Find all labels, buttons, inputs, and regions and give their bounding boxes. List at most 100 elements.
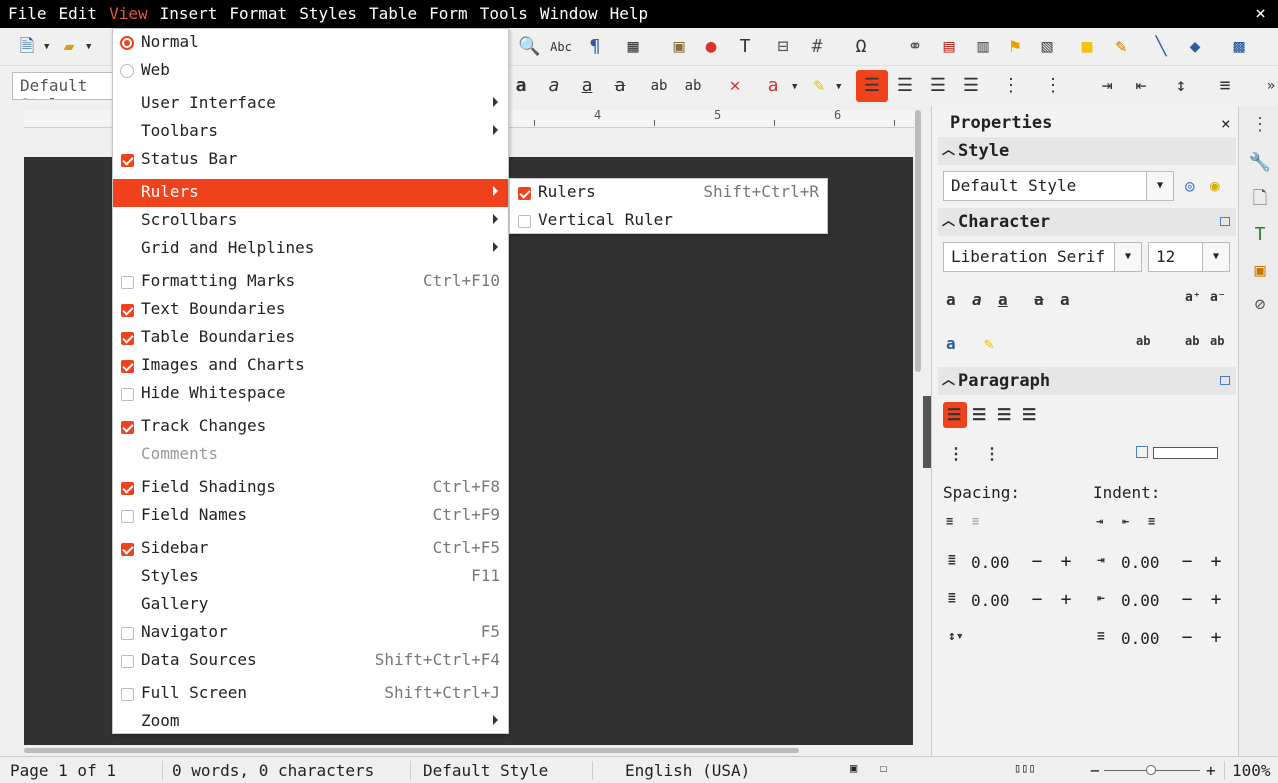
zoom-in-icon[interactable]: + — [1206, 761, 1216, 780]
rulers-submenu-item-rulers[interactable]: Rulers Shift+Ctrl+R — [510, 179, 827, 207]
style-section-header[interactable]: ︿ Style — [938, 137, 1236, 165]
zoom-out-icon[interactable]: − — [1090, 761, 1100, 780]
after-indent-value[interactable]: 0.00 — [1121, 591, 1160, 610]
first-line-indent-minus[interactable]: − — [1174, 625, 1200, 651]
view-menu-item-formatting-marks[interactable]: Formatting Marks Ctrl+F10 — [113, 268, 508, 296]
grow-font-icon[interactable]: a⁺ — [1185, 290, 1201, 305]
bullet-list-icon[interactable]: ⋮ — [1000, 75, 1022, 97]
properties-icon[interactable]: 🔧 — [1247, 150, 1273, 176]
align-right-icon[interactable]: ☰ — [997, 405, 1011, 424]
page-count[interactable]: Page 1 of 1 — [10, 761, 116, 780]
shrink-font-icon[interactable]: a⁻ — [1210, 290, 1226, 305]
increase-spacing-icon[interactable]: ≡ — [946, 514, 953, 528]
underline-icon[interactable]: a — [998, 290, 1008, 309]
document-modified-icon[interactable]: ☐ — [880, 761, 887, 775]
word-count[interactable]: 0 words, 0 characters — [172, 761, 374, 780]
page-icon[interactable]: 🗋 — [1247, 186, 1273, 212]
subscript-icon[interactable]: ab — [1210, 334, 1224, 348]
chevron-down-icon[interactable]: ▼ — [86, 42, 91, 52]
view-menu-item-track-changes[interactable]: Track Changes — [113, 413, 508, 441]
strikethrough-icon[interactable]: a — [609, 75, 631, 97]
view-menu-item-comments[interactable]: Comments — [113, 441, 508, 469]
vertical-scrollbar[interactable] — [915, 110, 921, 372]
comment-icon[interactable]: ■ — [1076, 36, 1098, 58]
font-size-field[interactable]: 12 — [1148, 242, 1206, 272]
hanging-indent-icon[interactable]: ≡ — [1148, 514, 1155, 528]
strikethrough-icon[interactable]: a — [1034, 290, 1044, 309]
before-indent-plus[interactable]: + — [1203, 549, 1229, 575]
above-spacing-plus[interactable]: + — [1053, 549, 1079, 575]
above-spacing-minus[interactable]: − — [1024, 549, 1050, 575]
view-menu-item-sidebar[interactable]: Sidebar Ctrl+F5 — [113, 535, 508, 563]
after-indent-minus[interactable]: − — [1174, 587, 1200, 613]
below-spacing-plus[interactable]: + — [1053, 587, 1079, 613]
bold-icon[interactable]: a — [510, 75, 532, 97]
open-folder-icon[interactable]: ▰ — [58, 36, 80, 58]
navigator-icon[interactable]: ⊘ — [1247, 292, 1273, 318]
below-spacing-minus[interactable]: − — [1024, 587, 1050, 613]
first-line-indent-plus[interactable]: + — [1203, 625, 1229, 651]
justify-icon[interactable]: ☰ — [1022, 405, 1036, 424]
decrease-indent-icon[interactable]: ⇤ — [1122, 514, 1129, 528]
first-line-indent-value[interactable]: 0.00 — [1121, 629, 1160, 648]
special-character-icon[interactable]: Ω — [850, 36, 872, 58]
font-name-dropdown[interactable]: ▼ — [1114, 242, 1142, 272]
paragraph-spacing-icon[interactable]: ≡ — [1214, 75, 1236, 97]
line-spacing-icon[interactable]: ↕▾ — [948, 629, 964, 644]
view-menu-item-navigator[interactable]: Navigator F5 — [113, 619, 508, 647]
bold-icon[interactable]: a — [946, 290, 956, 309]
below-spacing-value[interactable]: 0.00 — [971, 591, 1010, 610]
menu-help[interactable]: Help — [606, 0, 653, 28]
insert-mode-icon[interactable]: ▣ — [850, 761, 857, 775]
superscript-icon[interactable]: ab — [1185, 334, 1199, 348]
numbered-list-icon[interactable]: ⋮ — [984, 444, 1000, 463]
view-menu-item-user-interface[interactable]: User Interface — [113, 90, 508, 118]
highlight-icon[interactable]: ✎ — [808, 75, 830, 97]
line-icon[interactable]: ╲ — [1150, 36, 1172, 58]
line-spacing-icon[interactable]: ↕ — [1170, 75, 1192, 97]
superscript-icon[interactable]: ab — [648, 75, 670, 97]
insert-image-icon[interactable]: ▣ — [668, 36, 690, 58]
paragraph-section-header[interactable]: ︿ Paragraph — [938, 367, 1236, 395]
insert-field-icon[interactable]: # — [806, 36, 828, 58]
highlight-icon[interactable]: ✎ — [984, 334, 994, 353]
chevron-down-icon[interactable]: ▼ — [44, 42, 49, 52]
view-layout-icon[interactable]: ▯▯▯ — [1014, 761, 1036, 775]
more-options-icon[interactable] — [1220, 217, 1230, 226]
after-indent-plus[interactable]: + — [1203, 587, 1229, 613]
menu-insert[interactable]: Insert — [156, 0, 222, 28]
page-style[interactable]: Default Style — [423, 761, 548, 780]
view-menu-item-normal[interactable]: Normal — [113, 29, 508, 57]
font-name-field[interactable]: Liberation Serif — [943, 242, 1115, 272]
character-section-header[interactable]: ︿ Character — [938, 208, 1236, 236]
menu-edit[interactable]: Edit — [55, 0, 102, 28]
menu-format[interactable]: Format — [225, 0, 291, 28]
underline-icon[interactable]: a — [576, 75, 598, 97]
bookmark-icon[interactable]: ⚑ — [1004, 36, 1026, 58]
zoom-level[interactable]: 100% — [1232, 761, 1271, 780]
font-color-icon[interactable]: a — [946, 334, 956, 353]
menu-form[interactable]: Form — [425, 0, 472, 28]
view-menu-item-gallery[interactable]: Gallery — [113, 591, 508, 619]
more-options-icon[interactable] — [1220, 376, 1230, 385]
background-color-swatch[interactable] — [1153, 447, 1218, 459]
track-changes-icon[interactable]: ✎ — [1110, 36, 1132, 58]
above-spacing-value[interactable]: 0.00 — [971, 553, 1010, 572]
view-menu-item-field-names[interactable]: Field Names Ctrl+F9 — [113, 502, 508, 530]
sidebar-settings-icon[interactable]: ⋮ — [1247, 112, 1273, 138]
language[interactable]: English (USA) — [625, 761, 750, 780]
bullet-list-icon[interactable]: ⋮ — [948, 444, 964, 463]
align-right-icon[interactable]: ☰ — [927, 75, 949, 97]
before-indent-minus[interactable]: − — [1174, 549, 1200, 575]
insert-table-icon[interactable]: ▦ — [622, 36, 644, 58]
character-spacing-icon[interactable]: ab — [1136, 334, 1150, 348]
before-indent-value[interactable]: 0.00 — [1121, 553, 1160, 572]
increase-indent-icon[interactable]: ⇥ — [1096, 514, 1103, 528]
menu-styles[interactable]: Styles — [295, 0, 361, 28]
view-menu-item-status-bar[interactable]: Status Bar — [113, 146, 508, 174]
menu-table[interactable]: Table — [365, 0, 421, 28]
increase-indent-icon[interactable]: ⇥ — [1096, 75, 1118, 97]
clear-formatting-icon[interactable]: ✕ — [724, 75, 746, 97]
rulers-submenu-item-vertical-ruler[interactable]: Vertical Ruler — [510, 207, 827, 235]
menu-file[interactable]: File — [4, 0, 51, 28]
